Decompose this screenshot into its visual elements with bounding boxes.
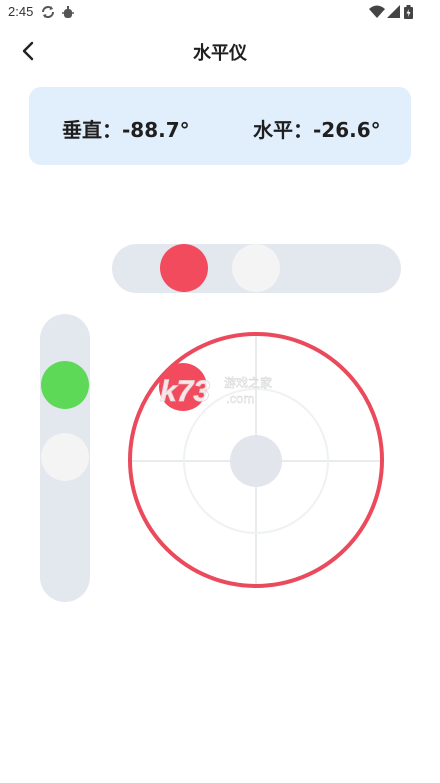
center-target [230,435,282,487]
level-bubble [159,363,207,411]
circular-level [128,332,384,588]
